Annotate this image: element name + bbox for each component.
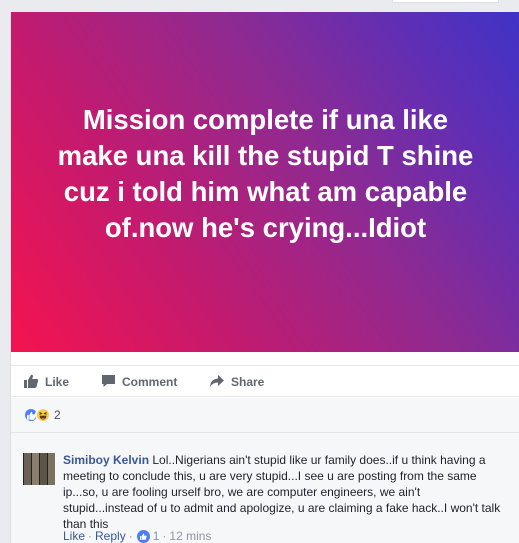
comment-like-count[interactable]: 1 [153,529,160,543]
comment-button[interactable]: Comment [101,366,177,398]
like-label: Like [45,375,70,389]
post-actions-bar: Like Comment Share [11,365,519,397]
comment-author-link[interactable]: Simiboy Kelvin [63,453,149,467]
thumbs-up-icon [136,529,150,543]
comment-body: Simiboy Kelvin Lol..Nigerians ain't stup… [63,452,503,532]
comment-meta: Like · Reply · 1 · 12 mins [63,529,211,543]
like-button[interactable]: Like [24,366,69,398]
comment-reply-link[interactable]: Reply [95,529,126,543]
meta-separator: · [162,529,167,543]
share-arrow-icon [209,374,231,391]
share-button[interactable]: Share [209,366,264,398]
avatar[interactable] [23,453,55,485]
reactions-bar[interactable]: 2 [11,398,519,433]
meta-separator: · [128,529,133,543]
reaction-count[interactable]: 2 [54,408,61,422]
comment-time[interactable]: 12 mins [169,529,211,543]
speech-bubble-icon [101,374,122,391]
post-background-banner: Mission complete if una like make una ki… [11,12,519,352]
meta-separator: · [88,529,93,543]
comment-label: Comment [122,375,178,389]
post-text: Mission complete if una like make una ki… [57,104,474,243]
comment-like-link[interactable]: Like [63,529,85,543]
haha-reaction-icon [35,407,51,423]
post-card: Mission complete if una like make una ki… [10,12,519,543]
comments-section: Simiboy Kelvin Lol..Nigerians ain't stup… [11,433,519,543]
thumbs-up-icon [24,374,45,391]
share-label: Share [231,375,265,389]
top-box [392,0,499,3]
